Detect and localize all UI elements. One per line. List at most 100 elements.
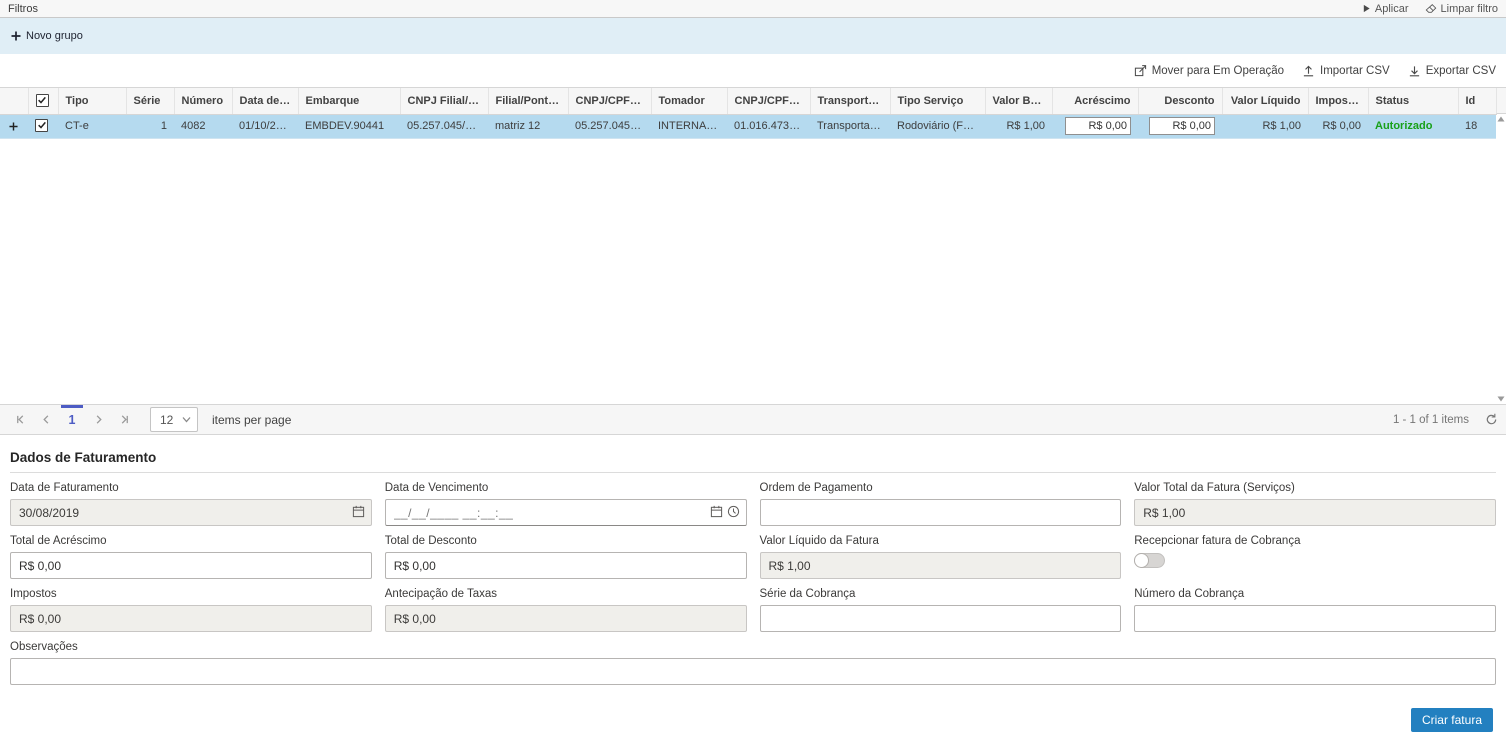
apply-icon (1362, 4, 1371, 13)
cell-select (28, 114, 58, 138)
header-row: Tipo Série Número Data de Emiss... Embar… (0, 88, 1496, 114)
cell-tomador: INTERNACIONAL E ... (651, 114, 727, 138)
apply-filter-button[interactable]: Aplicar (1362, 3, 1409, 15)
field-valor-total: Valor Total da Fatura (Serviços) (1134, 482, 1496, 526)
column-header-embarque[interactable]: Embarque (298, 88, 400, 114)
expand-column-header (0, 88, 28, 114)
scrollbar-track[interactable] (1496, 114, 1506, 404)
column-header-valor-bruto[interactable]: Valor Bruto (985, 88, 1052, 114)
calendar-icon[interactable] (710, 505, 723, 518)
vertical-scrollbar[interactable] (1496, 88, 1506, 404)
cell-expand (0, 114, 28, 138)
grid-toolbar: Mover para Em Operação Importar CSV Expo… (0, 54, 1506, 87)
move-to-operation-button[interactable]: Mover para Em Operação (1134, 64, 1284, 77)
valor-liquido-input (760, 552, 1122, 579)
column-header-tomador[interactable]: Tomador (651, 88, 727, 114)
cell-valor-bruto: R$ 1,00 (985, 114, 1052, 138)
download-icon-button[interactable]: Exportar CSV (1408, 64, 1496, 77)
row-checkbox[interactable] (35, 119, 48, 132)
select-all-header (28, 88, 58, 114)
table-row[interactable]: CT-e 1 4082 01/10/2018 11:07 EMBDEV.9044… (0, 114, 1496, 138)
column-header-desconto[interactable]: Desconto (1138, 88, 1222, 114)
pager: 1 12 items per page 1 - 1 of 1 items (0, 404, 1506, 435)
column-header-cnpj-tomador[interactable]: CNPJ/CPF Tomador (568, 88, 651, 114)
cell-data-emissao: 01/10/2018 11:07 (232, 114, 298, 138)
page-size-select[interactable]: 12 (150, 407, 198, 432)
cell-serie: 1 (126, 114, 174, 138)
column-header-serie[interactable]: Série (126, 88, 174, 114)
new-group-button[interactable]: Novo grupo (11, 30, 83, 42)
cell-tipo-servico: Rodoviário (FTL) (890, 114, 985, 138)
column-header-status[interactable]: Status (1368, 88, 1458, 114)
items-per-page-label: items per page (212, 413, 291, 427)
grid-table: Tipo Série Número Data de Emiss... Embar… (0, 88, 1497, 139)
field-observacoes: Observações (10, 641, 1496, 685)
cell-id: 18 (1458, 114, 1496, 138)
clock-icon[interactable] (727, 505, 740, 518)
previous-page-button[interactable] (34, 405, 58, 434)
download-icon (1408, 64, 1421, 77)
status-badge: Autorizado (1368, 114, 1458, 138)
scroll-up-icon[interactable] (1497, 116, 1505, 122)
cell-filial: matriz 12 (488, 114, 568, 138)
numero-cobranca-input[interactable] (1134, 605, 1496, 632)
filters-bar: Filtros Aplicar Limpar filtro (0, 0, 1506, 18)
cell-embarque: EMBDEV.90441 (298, 114, 400, 138)
data-faturamento-input (10, 499, 372, 526)
import-csv-button[interactable]: Importar CSV (1302, 64, 1390, 77)
scroll-down-icon[interactable] (1497, 396, 1505, 402)
refresh-button[interactable] (1485, 413, 1498, 426)
field-impostos: Impostos (10, 588, 372, 632)
clear-filter-button[interactable]: Limpar filtro (1425, 3, 1498, 15)
pager-info: 1 - 1 of 1 items (1393, 413, 1498, 426)
impostos-input (10, 605, 372, 632)
select-all-checkbox[interactable] (36, 94, 49, 107)
column-header-impostos[interactable]: Impostos (1308, 88, 1368, 114)
field-total-desconto: Total de Desconto (385, 535, 747, 579)
eraser-icon (1425, 3, 1437, 14)
cell-transportador: Transportador 01 (810, 114, 890, 138)
toggle-knob (1134, 553, 1149, 568)
valor-total-input (1134, 499, 1496, 526)
chevron-down-icon (182, 416, 191, 423)
column-header-tipo[interactable]: Tipo (58, 88, 126, 114)
desconto-input[interactable] (1149, 117, 1215, 135)
column-header-acrescimo[interactable]: Acréscimo (1052, 88, 1138, 114)
total-acrescimo-input[interactable] (10, 552, 372, 579)
column-header-id[interactable]: Id (1458, 88, 1496, 114)
calendar-icon[interactable] (352, 505, 365, 518)
field-valor-liquido: Valor Líquido da Fatura (760, 535, 1122, 579)
cell-desconto (1138, 114, 1222, 138)
field-numero-cobranca: Número da Cobrança (1134, 588, 1496, 632)
first-page-button[interactable] (8, 405, 32, 434)
observacoes-input[interactable] (10, 658, 1496, 685)
cell-cnpj-tomador: 05.257.045/0001-60 (568, 114, 651, 138)
total-desconto-input[interactable] (385, 552, 747, 579)
last-page-button[interactable] (112, 405, 136, 434)
recepcionar-toggle[interactable] (1134, 553, 1165, 568)
column-header-filial[interactable]: Filial/Ponto de O... (488, 88, 568, 114)
column-header-cnpj-filial[interactable]: CNPJ Filial/Ponto de ... (400, 88, 488, 114)
app: Filtros Aplicar Limpar filtro Novo grupo… (0, 0, 1506, 732)
column-header-data-emissao[interactable]: Data de Emiss... (232, 88, 298, 114)
serie-cobranca-input[interactable] (760, 605, 1122, 632)
acrescimo-input[interactable] (1065, 117, 1131, 135)
data-grid: Tipo Série Número Data de Emiss... Embar… (0, 87, 1506, 404)
move-icon (1134, 64, 1147, 77)
column-header-transportador[interactable]: Transportador (810, 88, 890, 114)
expand-row-icon[interactable] (9, 122, 28, 131)
criar-fatura-button[interactable]: Criar fatura (1411, 708, 1493, 732)
cell-acrescimo (1052, 114, 1138, 138)
column-header-valor-liquido[interactable]: Valor Líquido (1222, 88, 1308, 114)
column-header-cnpj-transportador[interactable]: CNPJ/CPF Transp... (727, 88, 810, 114)
cell-numero: 4082 (174, 114, 232, 138)
page-button-1[interactable]: 1 (60, 405, 84, 434)
cell-impostos: R$ 0,00 (1308, 114, 1368, 138)
next-page-button[interactable] (86, 405, 110, 434)
antecipacao-input (385, 605, 747, 632)
ordem-pagamento-input[interactable] (760, 499, 1122, 526)
column-header-numero[interactable]: Número (174, 88, 232, 114)
field-data-faturamento: Data de Faturamento (10, 482, 372, 526)
column-header-tipo-servico[interactable]: Tipo Serviço (890, 88, 985, 114)
data-vencimento-input[interactable] (385, 499, 747, 526)
